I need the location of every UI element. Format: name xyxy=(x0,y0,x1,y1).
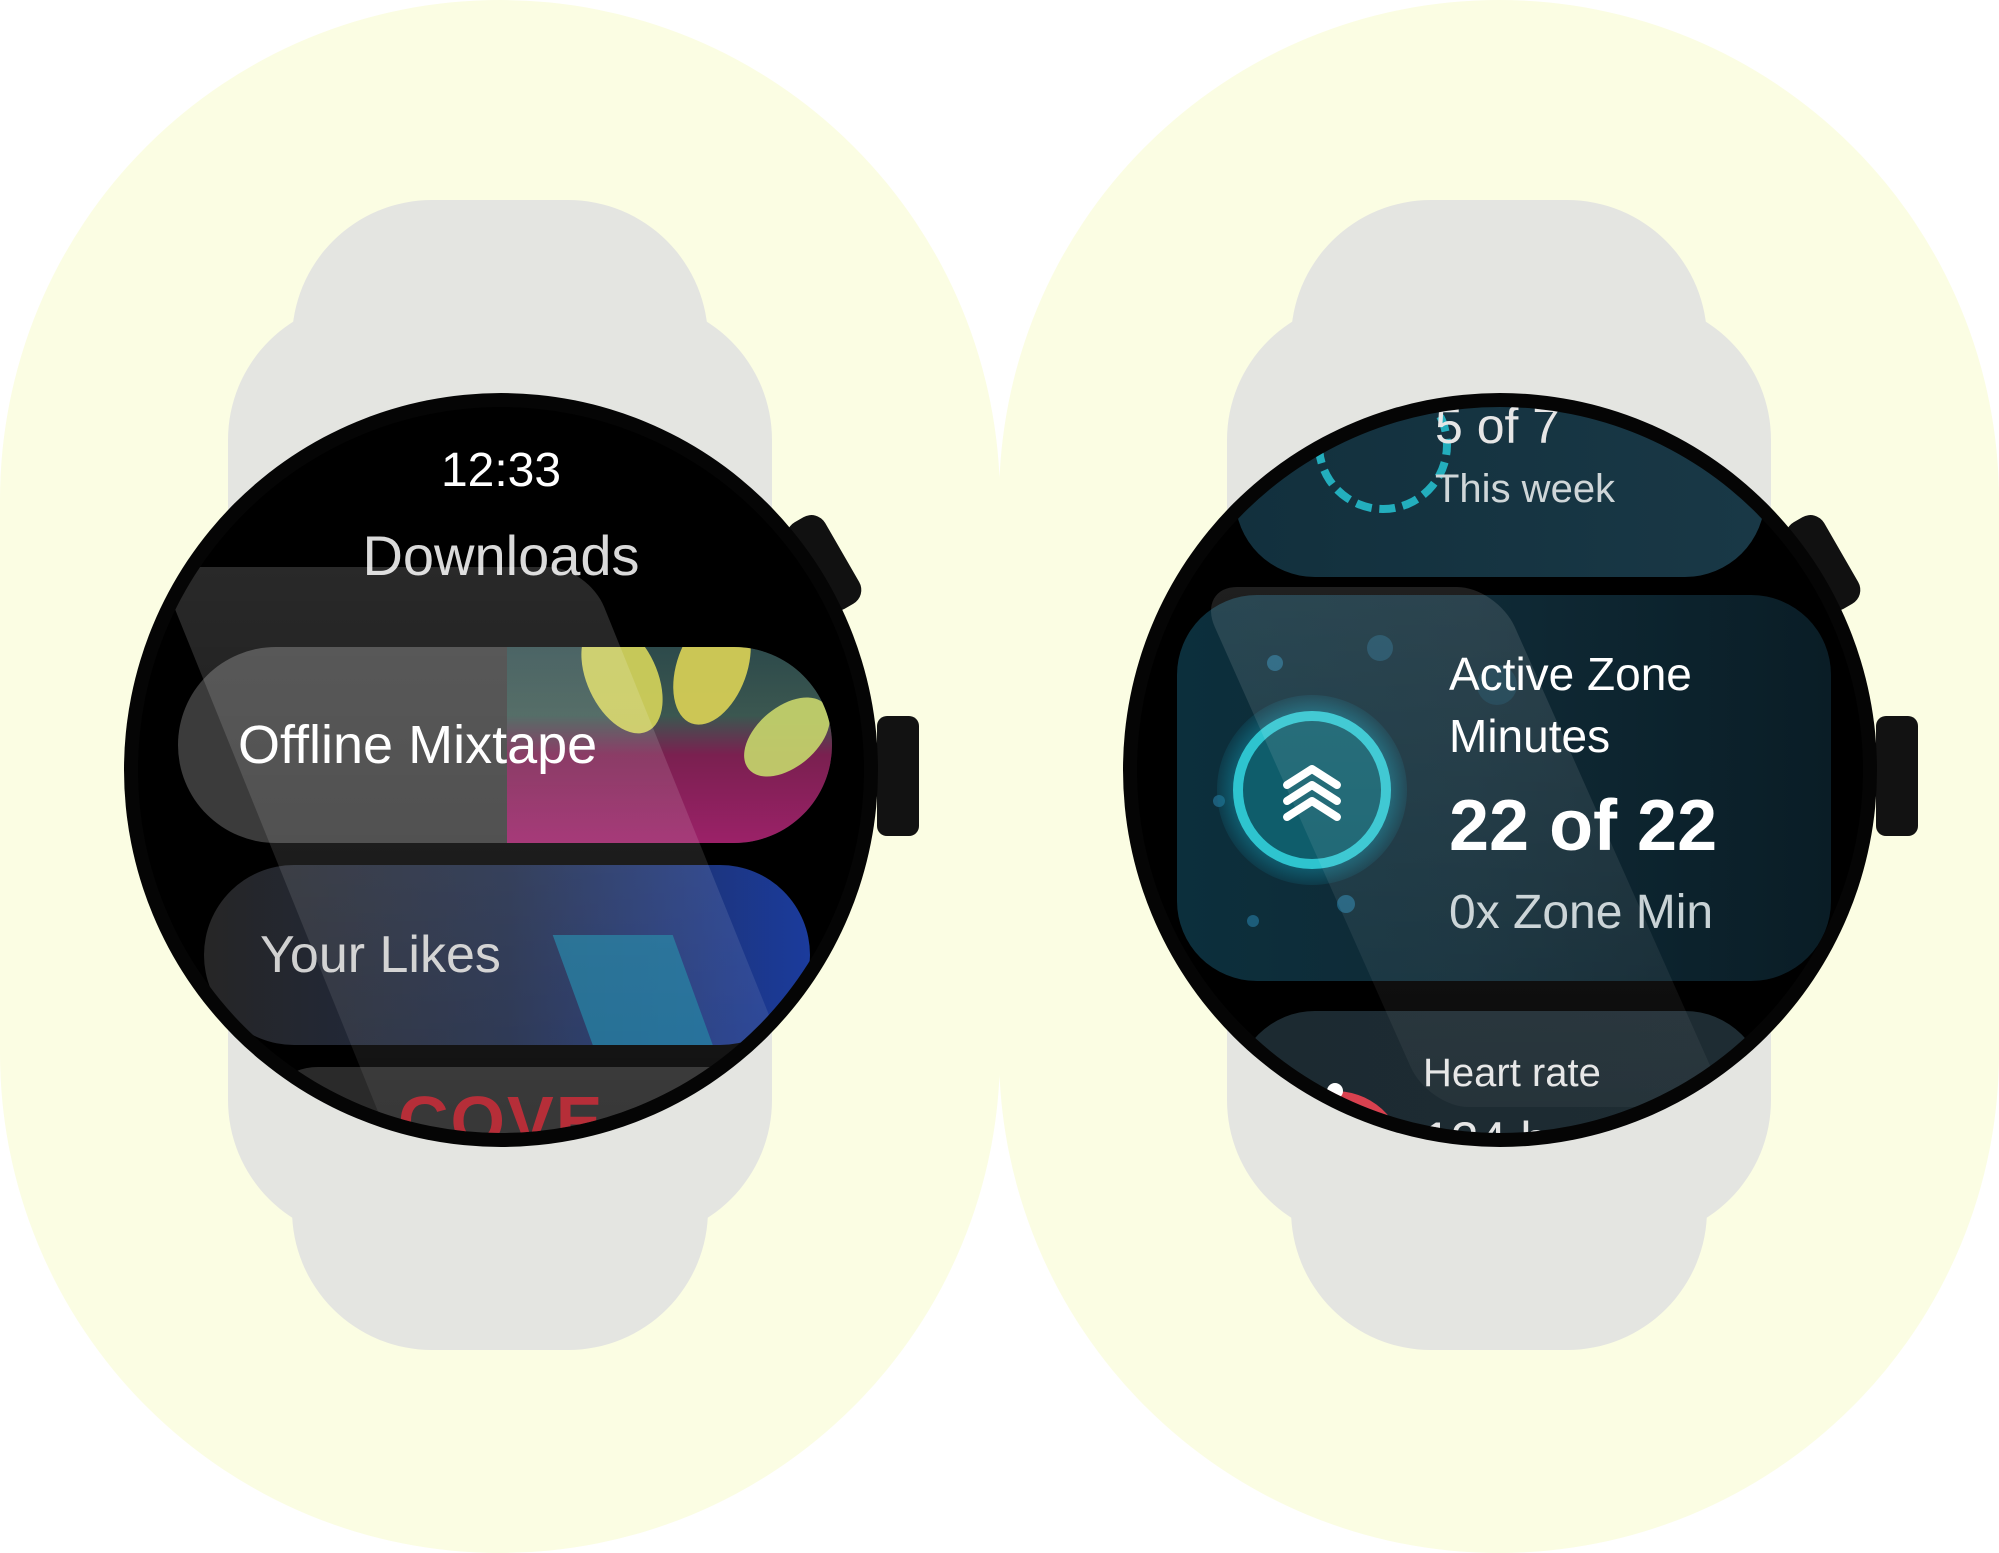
status-time: 12:33 xyxy=(440,444,562,497)
page-title: Downloads xyxy=(362,524,640,587)
tile-weekly-subtitle: This week xyxy=(1435,467,1616,511)
decor-dot xyxy=(1367,635,1393,661)
heart-rate-marker xyxy=(1327,1083,1343,1099)
progress-ring-icon xyxy=(1315,407,1451,513)
tile-value: 22 of 22 xyxy=(1449,786,1718,866)
chip-label: Your Likes xyxy=(260,926,501,984)
chip-next-item[interactable]: COVE xyxy=(258,1067,778,1133)
watch-bezel: 5 of 7 This week Active Zone Minutes 22 … xyxy=(1123,393,1877,1147)
watch-screen: 12:33 Downloads Offline Mixtape Your Lik… xyxy=(138,407,864,1133)
chevrons-up-icon-glyph xyxy=(1283,765,1341,821)
tile-weekly-count: 5 of 7 xyxy=(1435,407,1561,454)
tile-value: 124 b xyxy=(1423,1111,1548,1133)
chip-label: Offline Mixtape xyxy=(238,715,598,775)
tile-title: Active Zone Minutes xyxy=(1449,648,1692,762)
chip-offline-mixtape[interactable]: Offline Mixtape xyxy=(178,647,832,843)
watch-screen: 5 of 7 This week Active Zone Minutes 22 … xyxy=(1137,407,1863,1133)
watch-fitness: 5 of 7 This week Active Zone Minutes 22 … xyxy=(999,0,1999,1553)
tile-title: Heart rate xyxy=(1423,1051,1601,1095)
watch-bezel: 12:33 Downloads Offline Mixtape Your Lik… xyxy=(124,393,878,1147)
tile-heart-rate[interactable]: Heart rate 124 b xyxy=(1235,1011,1765,1133)
chevrons-up-icon xyxy=(1233,711,1391,869)
tile-active-zone-minutes[interactable]: Active Zone Minutes 22 of 22 0x Zone Min xyxy=(1177,595,1831,981)
chip-cover-text: COVE xyxy=(398,1082,605,1133)
watch-crown[interactable] xyxy=(1876,716,1918,836)
chip-your-likes[interactable]: Your Likes xyxy=(204,865,810,1045)
heart-rate-gauge-icon xyxy=(1245,1071,1425,1133)
decor-dot xyxy=(1267,655,1283,671)
tile-zone: 0x Zone Min xyxy=(1449,886,1714,939)
watch-downloads: 12:33 Downloads Offline Mixtape Your Lik… xyxy=(0,0,1000,1553)
decor-dot xyxy=(1247,915,1259,927)
watch-crown[interactable] xyxy=(877,716,919,836)
decor-dot xyxy=(1337,895,1355,913)
tile-weekly-goal[interactable]: 5 of 7 This week xyxy=(1235,407,1765,577)
